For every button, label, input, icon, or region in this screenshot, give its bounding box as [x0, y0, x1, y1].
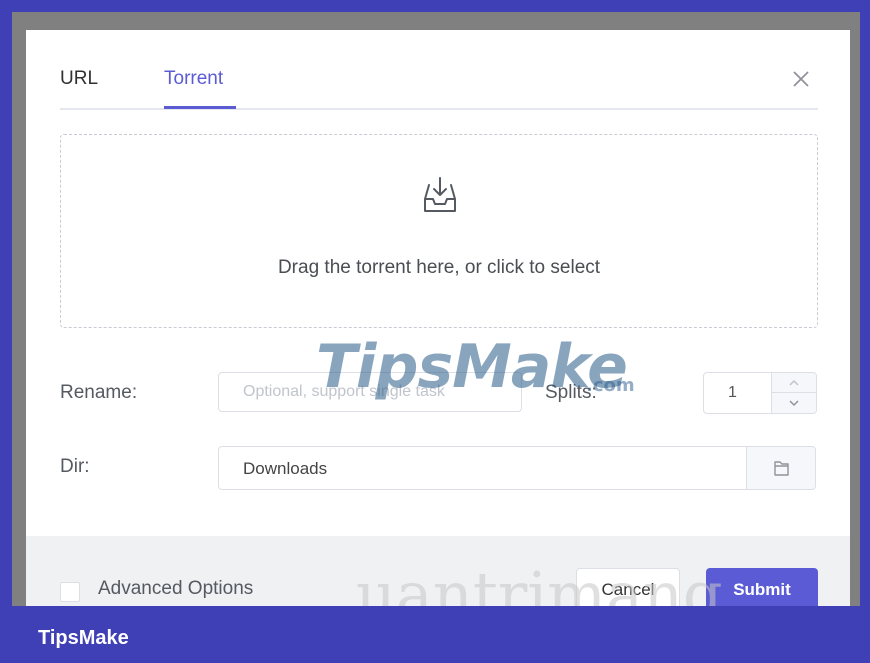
- stepper-controls: [771, 373, 816, 413]
- submit-button[interactable]: Submit: [706, 568, 818, 606]
- tab-torrent[interactable]: Torrent: [164, 68, 223, 90]
- brand-label: TipsMake: [38, 627, 129, 649]
- splits-stepper[interactable]: 1: [703, 372, 817, 414]
- tab-url[interactable]: URL: [60, 68, 98, 90]
- folder-icon: [774, 461, 789, 476]
- watermark-quantrimang: uantrimang: [356, 558, 723, 606]
- close-icon: [793, 71, 809, 87]
- increment-button[interactable]: [772, 373, 816, 393]
- brand-bar: TipsMake: [0, 606, 870, 663]
- browse-folder-button[interactable]: [746, 447, 815, 489]
- add-task-dialog: URL Torrent Drag the torrent here, or cl…: [26, 30, 850, 606]
- drop-zone-text: Drag the torrent here, or click to selec…: [277, 257, 601, 278]
- dir-field[interactable]: Downloads: [218, 446, 816, 490]
- dir-label: Dir:: [60, 456, 90, 477]
- close-button[interactable]: [788, 66, 814, 92]
- chevron-up-icon: [789, 379, 799, 386]
- advanced-options-label[interactable]: Advanced Options: [98, 578, 253, 600]
- torrent-drop-zone[interactable]: Drag the torrent here, or click to selec…: [60, 134, 818, 328]
- watermark-tipsmake: TipsMake: [316, 332, 628, 402]
- chevron-down-icon: [789, 400, 799, 407]
- inbox-download-icon: [424, 177, 456, 212]
- dir-value[interactable]: Downloads: [243, 459, 327, 479]
- tab-bar: URL Torrent: [60, 30, 818, 110]
- decrement-button[interactable]: [772, 393, 816, 413]
- splits-value[interactable]: 1: [728, 384, 737, 402]
- rename-label: Rename:: [60, 382, 138, 403]
- active-tab-indicator: [164, 106, 236, 109]
- advanced-options-checkbox[interactable]: [60, 582, 80, 602]
- watermark-tipsmake-suffix: .com: [586, 375, 635, 396]
